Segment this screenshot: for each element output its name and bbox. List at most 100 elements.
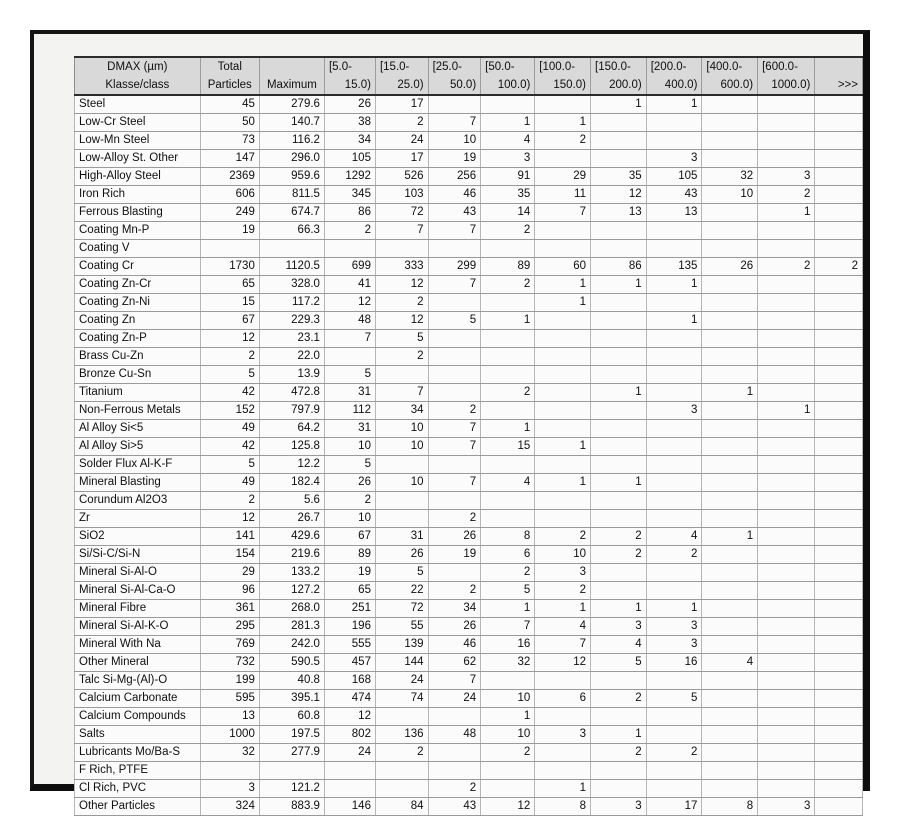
- row-bin-count: 31: [324, 383, 376, 402]
- row-maximum: 229.3: [259, 311, 325, 330]
- row-bin-count: [480, 509, 536, 528]
- row-class-label: SiO2: [74, 527, 201, 546]
- row-total-particles: [200, 761, 260, 780]
- row-class-label: Other Particles: [74, 797, 201, 816]
- row-bin-count: 105: [646, 167, 703, 186]
- row-bin-count: 7: [534, 635, 591, 654]
- row-bin-count: 526: [375, 167, 429, 186]
- row-bin-count: 19: [324, 563, 376, 582]
- row-bin-count: 7: [428, 221, 482, 240]
- row-bin-count: 10: [375, 419, 429, 438]
- row-maximum: 26.7: [259, 509, 325, 528]
- table-row: Talc Si-Mg-(Al)-O 199 40.8 168 24 7: [74, 671, 863, 690]
- row-bin-count: 251: [324, 599, 376, 618]
- row-total-particles: 1730: [200, 257, 260, 276]
- row-bin-count: 7: [428, 473, 482, 492]
- row-total-particles: 2: [200, 347, 260, 366]
- row-class-label: Low-Mn Steel: [74, 131, 201, 150]
- row-bin-count: 12: [590, 185, 647, 204]
- row-bin-count: [757, 329, 816, 348]
- row-class-label: Corundum Al2O3: [74, 491, 201, 510]
- table-row: Mineral With Na 769 242.0 555 139 46 16 7 4 3: [74, 635, 863, 654]
- row-bin-count: [757, 419, 816, 438]
- row-overflow-count: [814, 797, 863, 816]
- header-bin-8-top: [400.0-: [701, 56, 759, 76]
- row-bin-count: [757, 437, 816, 456]
- row-bin-count: 3: [757, 167, 816, 186]
- row-bin-count: 7: [375, 383, 429, 402]
- row-bin-count: [701, 149, 759, 168]
- row-bin-count: [646, 131, 703, 150]
- row-bin-count: [701, 329, 759, 348]
- row-bin-count: 5: [375, 329, 429, 348]
- header-maximum-top: [259, 56, 325, 76]
- row-bin-count: [646, 383, 703, 402]
- row-bin-count: [375, 707, 429, 726]
- row-bin-count: 91: [480, 167, 536, 186]
- header-bin-6: 200.0): [590, 76, 647, 96]
- row-bin-count: [646, 491, 703, 510]
- row-bin-count: [646, 779, 703, 798]
- row-bin-count: 7: [428, 671, 482, 690]
- row-bin-count: 12: [375, 275, 429, 294]
- row-bin-count: 2: [480, 221, 536, 240]
- row-bin-count: [646, 563, 703, 582]
- row-bin-count: 32: [701, 167, 759, 186]
- row-maximum: 328.0: [259, 275, 325, 294]
- row-bin-count: 26: [324, 473, 376, 492]
- row-bin-count: 135: [646, 257, 703, 276]
- row-bin-count: [701, 239, 759, 258]
- row-bin-count: [428, 707, 482, 726]
- row-bin-count: 10: [428, 131, 482, 150]
- row-bin-count: [375, 509, 429, 528]
- row-bin-count: 1: [757, 203, 816, 222]
- row-total-particles: 45: [200, 95, 260, 114]
- row-maximum: 277.9: [259, 743, 325, 762]
- row-bin-count: [590, 455, 647, 474]
- row-maximum: 268.0: [259, 599, 325, 618]
- row-bin-count: 1: [590, 95, 647, 114]
- row-class-label: F Rich, PTFE: [74, 761, 201, 780]
- row-bin-count: [534, 311, 591, 330]
- row-bin-count: [480, 329, 536, 348]
- row-bin-count: [590, 329, 647, 348]
- row-bin-count: 89: [480, 257, 536, 276]
- table-row: Low-Mn Steel 73 116.2 34 24 10 4 2: [74, 131, 863, 150]
- row-bin-count: [701, 743, 759, 762]
- table-row: Coating Zn-Ni 15 117.2 12 2 1: [74, 293, 863, 312]
- row-bin-count: 24: [428, 689, 482, 708]
- row-overflow-count: [814, 437, 863, 456]
- row-bin-count: [646, 671, 703, 690]
- row-bin-count: 1: [590, 275, 647, 294]
- row-overflow-count: [814, 95, 863, 114]
- row-bin-count: 5: [480, 581, 536, 600]
- row-bin-count: 26: [375, 545, 429, 564]
- row-bin-count: [480, 491, 536, 510]
- row-bin-count: [646, 365, 703, 384]
- row-bin-count: [757, 149, 816, 168]
- row-bin-count: [701, 293, 759, 312]
- header-bin-7-top: [200.0-: [646, 56, 703, 76]
- row-class-label: Non-Ferrous Metals: [74, 401, 201, 420]
- table-row: Other Mineral 732 590.5 457 144 62 32 12 5 16 4: [74, 653, 863, 672]
- row-maximum: 140.7: [259, 113, 325, 132]
- row-bin-count: [590, 311, 647, 330]
- row-bin-count: [428, 239, 482, 258]
- row-bin-count: [757, 95, 816, 114]
- row-total-particles: 50: [200, 113, 260, 132]
- table-row: Mineral Fibre 361 268.0 251 72 34 1 1 1 1: [74, 599, 863, 618]
- row-bin-count: 34: [375, 401, 429, 420]
- row-bin-count: 2: [428, 401, 482, 420]
- row-bin-count: [646, 761, 703, 780]
- row-class-label: Brass Cu-Zn: [74, 347, 201, 366]
- row-total-particles: 5: [200, 365, 260, 384]
- table-row: Coating Zn-Cr 65 328.0 41 12 7 2 1 1 1: [74, 275, 863, 294]
- row-bin-count: [757, 581, 816, 600]
- row-bin-count: 46: [428, 185, 482, 204]
- row-overflow-count: [814, 653, 863, 672]
- table-row: Brass Cu-Zn 2 22.0 2: [74, 347, 863, 366]
- row-overflow-count: [814, 293, 863, 312]
- row-bin-count: 3: [534, 725, 591, 744]
- row-bin-count: 2: [480, 383, 536, 402]
- row-bin-count: 2: [757, 257, 816, 276]
